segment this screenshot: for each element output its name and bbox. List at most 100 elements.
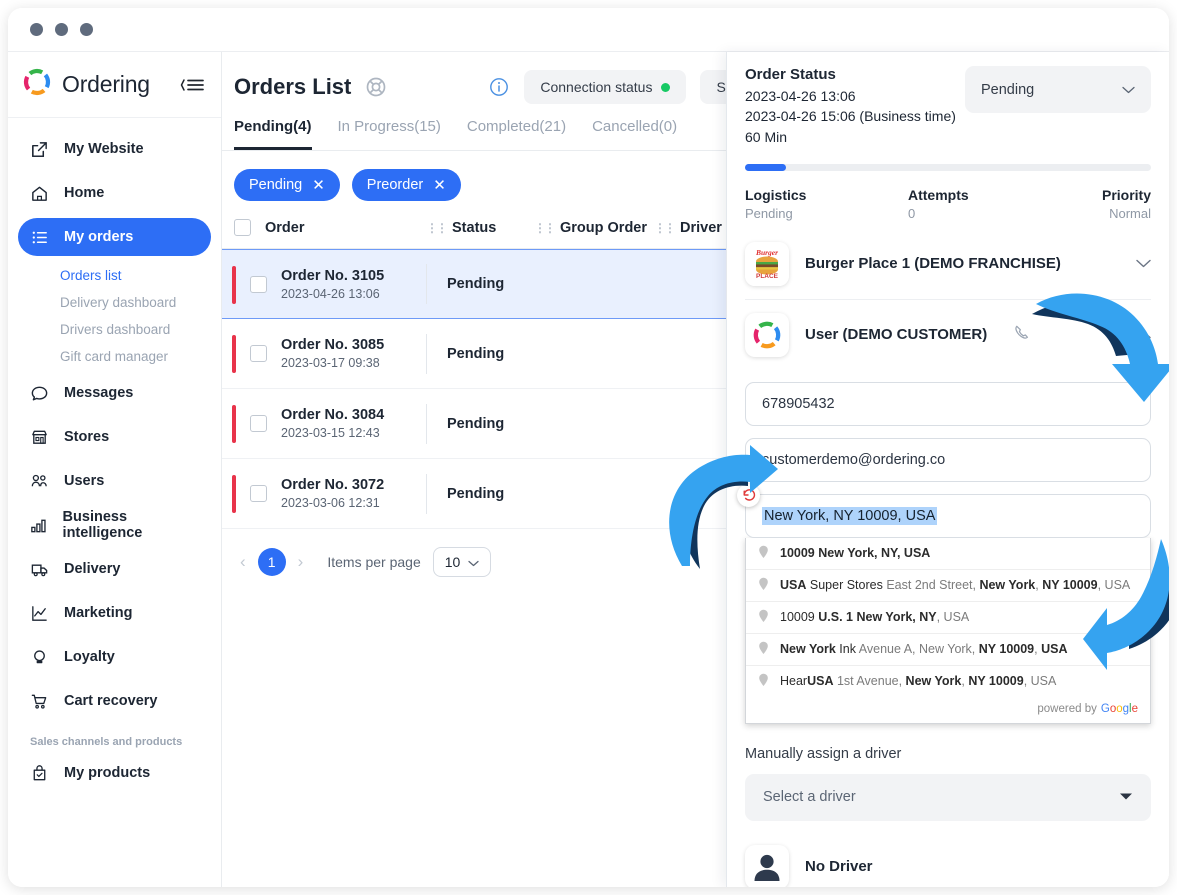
sidebar-item-delivery[interactable]: Delivery [18,550,211,588]
sidebar-item-gift-card-manager[interactable]: Gift card manager [18,343,211,370]
driver-select-value: Select a driver [763,789,856,806]
sidebar-item-label: Cart recovery [64,693,158,709]
row-checkbox[interactable] [250,345,267,362]
sidebar-item-home[interactable]: Home [18,174,211,212]
drag-handle-icon[interactable]: ⋮⋮ [534,221,556,235]
autocomplete-item[interactable]: New York Ink Avenue A, New York, NY 1000… [746,634,1150,666]
sidebar-item-users[interactable]: Users [18,462,211,500]
sidebar-item-my-orders[interactable]: My orders [18,218,211,256]
drag-handle-icon[interactable]: ⋮⋮ [654,221,676,235]
driver-select[interactable]: Select a driver [745,773,1151,821]
metric-value: Normal [1109,205,1151,221]
chevron-down-icon[interactable] [1136,255,1151,272]
drag-handle-icon[interactable]: ⋮⋮ [426,221,448,235]
tab-in-progress[interactable]: In Progress(15) [338,118,441,150]
column-header-order[interactable]: Order [251,220,426,236]
row-checkbox[interactable] [250,275,267,293]
sidebar-item-messages[interactable]: Messages [18,374,211,412]
row-priority-bar [232,475,236,513]
sidebar-item-label: Users [64,473,105,489]
pagination-next-button[interactable]: › [298,552,304,572]
window-minimize-dot[interactable] [55,23,68,36]
caret-down-icon [1119,789,1133,805]
select-all-checkbox[interactable] [234,219,251,236]
autocomplete-item[interactable]: 10009 U.S. 1 New York, NY, USA [746,602,1150,634]
sidebar-subnav: Orders list Delivery dashboard Drivers d… [18,262,211,374]
map-pin-icon [758,545,770,562]
truck-icon [28,560,50,579]
order-created-at: 2023-04-26 13:06 [745,88,856,104]
sidebar-item-my-website[interactable]: My Website [18,130,211,168]
connection-status-label: Connection status [540,79,653,95]
close-icon[interactable]: ✕ [433,178,446,193]
phone-icon[interactable] [1013,323,1032,347]
metric-key: Priority [1101,186,1151,203]
column-header-status[interactable]: ⋮⋮ Status [426,220,534,236]
sidebar-item-label: My orders [64,229,134,245]
pagination-prev-button[interactable]: ‹ [240,552,246,572]
chevron-up-icon[interactable] [1136,326,1151,343]
filter-pill-preorder[interactable]: Preorder ✕ [351,169,461,201]
tab-completed[interactable]: Completed(21) [467,118,566,150]
filter-pill-pending[interactable]: Pending ✕ [234,169,340,201]
customer-phone-field[interactable]: 678905432 [745,381,1151,426]
undo-icon[interactable] [737,483,760,507]
column-header-group-order[interactable]: ⋮⋮ Group Order [534,220,654,236]
collapse-menu-icon[interactable] [179,76,205,94]
sidebar-item-drivers-dashboard[interactable]: Drivers dashboard [18,316,211,343]
app-body: Ordering My Website Home My orders Order… [8,52,1169,887]
tab-cancelled[interactable]: Cancelled(0) [592,118,677,150]
autocomplete-item[interactable]: USA Super Stores East 2nd Street, New Yo… [746,570,1150,602]
sidebar-item-cart-recovery[interactable]: Cart recovery [18,682,211,720]
sidebar-item-label: Business intelligence [62,509,143,541]
order-progress-fill [745,163,786,171]
filter-pill-label: Pending [249,177,303,193]
map-pin-icon [758,641,770,658]
svg-text:Burger: Burger [755,248,778,257]
customer-row[interactable]: User (DEMO CUSTOMER) [745,300,1151,370]
sidebar-item-my-products[interactable]: My products [18,754,211,792]
pencil-icon[interactable] [1104,323,1122,346]
row-checkbox[interactable] [250,415,267,432]
autocomplete-text: USA Super Stores East 2nd Street, New Yo… [780,578,1131,593]
tab-pending[interactable]: Pending(4) [234,118,312,150]
home-icon [28,184,50,203]
lifebuoy-icon[interactable] [365,76,387,98]
sidebar-item-stores[interactable]: Stores [18,418,211,456]
metric-logistics: Logistics Pending [745,187,908,221]
autocomplete-text: HearUSA 1st Avenue, New York, NY 10009, … [780,674,1057,689]
sidebar-item-label: Home [64,185,105,201]
order-status-select[interactable]: Pending [965,66,1151,113]
pagination-page-1[interactable]: 1 [257,548,286,576]
sidebar-item-label: Loyalty [64,649,115,665]
customer-email-field[interactable]: customerdemo@ordering.co [745,437,1151,482]
sidebar-item-loyalty[interactable]: Loyalty [18,638,211,676]
connection-status-button[interactable]: Connection status [524,70,687,104]
row-checkbox[interactable] [250,485,267,502]
customer-address-field[interactable]: New York, NY 10009, USA [737,483,1151,538]
svg-text:PLACE: PLACE [756,273,779,280]
close-icon[interactable]: ✕ [312,178,325,193]
list-icon [28,228,50,247]
sidebar-item-marketing[interactable]: Marketing [18,594,211,632]
autocomplete-text: 10009 New York, NY, USA [780,546,931,561]
sidebar-item-orders-list[interactable]: Orders list [18,262,211,289]
metric-key: Attempts [908,186,969,203]
row-priority-bar [232,266,236,304]
autocomplete-item[interactable]: 10009 New York, NY, USA [746,538,1150,570]
order-status: Pending [447,345,505,362]
info-icon[interactable] [488,76,510,98]
window-close-dot[interactable] [30,23,43,36]
sidebar-item-label: Messages [64,385,134,401]
sidebar-item-business-intelligence[interactable]: Business intelligence [18,506,211,544]
window-maximize-dot[interactable] [80,23,93,36]
chat-icon [28,384,50,403]
business-row[interactable]: Burger PLACE Burger Place 1 (DEMO FRANCH… [745,229,1151,300]
autocomplete-item[interactable]: HearUSA 1st Avenue, New York, NY 10009, … [746,666,1150,697]
brand: Ordering [8,52,221,118]
items-per-page-select[interactable]: 10 [432,547,492,577]
powered-by-label: powered by [1037,702,1097,715]
metric-priority: Priority Normal [1071,187,1151,221]
sidebar-item-delivery-dashboard[interactable]: Delivery dashboard [18,289,211,316]
assigned-driver-row: No Driver [745,844,1151,887]
